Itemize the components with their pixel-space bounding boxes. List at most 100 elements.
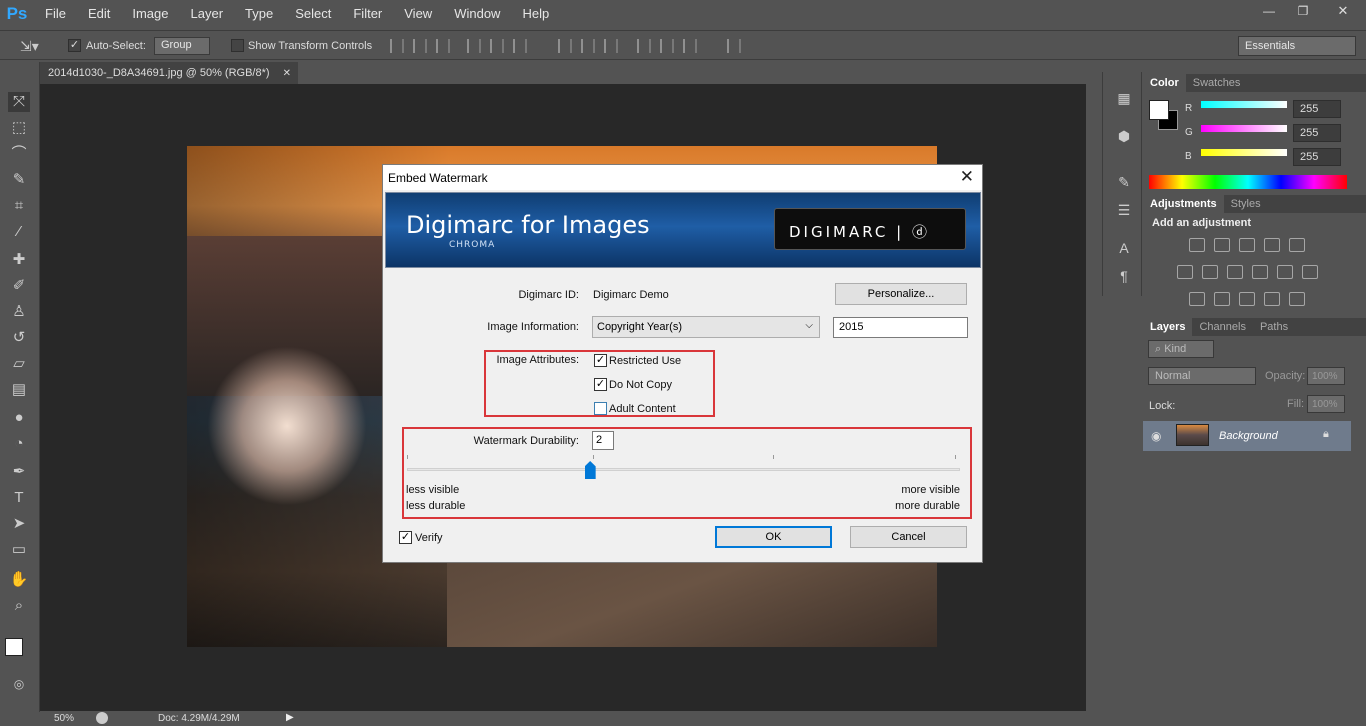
tab-layers[interactable]: Layers: [1143, 318, 1193, 336]
selective-color-icon[interactable]: [1264, 292, 1280, 306]
tab-adjustments[interactable]: Adjustments: [1143, 195, 1224, 213]
gradient-tool-icon[interactable]: ▤: [8, 380, 30, 400]
distribute-right-icon[interactable]: [683, 39, 697, 53]
invert-icon[interactable]: [1189, 292, 1205, 306]
visibility-eye-icon[interactable]: ◉: [1151, 429, 1161, 443]
auto-align-icon[interactable]: [727, 39, 741, 53]
r-slider[interactable]: [1201, 101, 1287, 108]
marquee-tool-icon[interactable]: ⬚: [8, 118, 30, 138]
adult-content-checkbox[interactable]: [594, 402, 607, 415]
align-hcenter-icon[interactable]: [490, 39, 504, 53]
b-slider[interactable]: [1201, 149, 1287, 156]
path-select-tool-icon[interactable]: ➤: [8, 514, 30, 534]
zoom-level[interactable]: 50%: [54, 713, 74, 724]
healing-brush-tool-icon[interactable]: ✚: [8, 250, 30, 270]
personalize-button[interactable]: Personalize...: [835, 283, 967, 305]
type-tool-icon[interactable]: T: [8, 488, 30, 508]
lasso-tool-icon[interactable]: ⌒: [8, 144, 30, 164]
menu-file[interactable]: File: [34, 0, 77, 28]
fill-value[interactable]: 100%: [1307, 395, 1345, 413]
image-information-input[interactable]: 2015: [833, 317, 968, 338]
tool-presets-icon[interactable]: ☰: [1115, 202, 1133, 218]
restore-button[interactable]: ❐: [1286, 0, 1320, 22]
character-panel-icon[interactable]: A: [1115, 240, 1133, 256]
levels-icon[interactable]: [1214, 238, 1230, 252]
threshold-icon[interactable]: [1239, 292, 1255, 306]
align-top-icon[interactable]: [390, 39, 404, 53]
do-not-copy-checkbox[interactable]: ✓: [594, 378, 607, 391]
tab-color[interactable]: Color: [1143, 74, 1186, 92]
exposure-icon[interactable]: [1264, 238, 1280, 252]
history-brush-tool-icon[interactable]: ↺: [8, 328, 30, 348]
brush-tool-icon[interactable]: ✐: [8, 276, 30, 296]
quick-select-tool-icon[interactable]: ✎: [8, 170, 30, 190]
color-balance-icon[interactable]: [1202, 265, 1218, 279]
eyedropper-tool-icon[interactable]: ⁄: [8, 222, 30, 242]
verify-checkbox[interactable]: ✓: [399, 531, 412, 544]
shape-tool-icon[interactable]: ▭: [8, 540, 30, 560]
durability-slider-track[interactable]: [407, 468, 960, 471]
g-slider[interactable]: [1201, 125, 1287, 132]
close-window-button[interactable]: ✕: [1320, 0, 1366, 22]
blend-mode-select[interactable]: Normal: [1148, 367, 1256, 385]
move-tool-icon[interactable]: ⇲▾: [20, 38, 39, 55]
distribute-left-icon[interactable]: [637, 39, 651, 53]
align-right-icon[interactable]: [513, 39, 527, 53]
layer-row-background[interactable]: ◉ Background 🔒︎: [1143, 421, 1351, 451]
menu-select[interactable]: Select: [284, 0, 342, 28]
auto-select-dropdown[interactable]: Group: [154, 37, 210, 55]
paragraph-panel-icon[interactable]: ¶: [1115, 268, 1133, 284]
history-panel-icon[interactable]: ▦: [1115, 90, 1133, 106]
menu-filter[interactable]: Filter: [342, 0, 393, 28]
layer-name[interactable]: Background: [1219, 430, 1278, 442]
hand-tool-icon[interactable]: ✋: [8, 570, 30, 590]
g-value[interactable]: 255: [1293, 124, 1341, 142]
distribute-hcenter-icon[interactable]: [660, 39, 674, 53]
layer-filter-kind[interactable]: ⌕ Kind: [1148, 340, 1214, 358]
hue-saturation-icon[interactable]: [1177, 265, 1193, 279]
menu-layer[interactable]: Layer: [180, 0, 235, 28]
foreground-swatch[interactable]: [1149, 100, 1169, 120]
dialog-close-icon[interactable]: ✕: [960, 167, 974, 187]
posterize-icon[interactable]: [1214, 292, 1230, 306]
brightness-icon[interactable]: [1189, 238, 1205, 252]
ok-button[interactable]: OK: [715, 526, 832, 548]
move-tool-icon[interactable]: ⤧: [8, 92, 30, 112]
dodge-tool-icon[interactable]: ◔: [8, 434, 30, 454]
tab-styles[interactable]: Styles: [1224, 195, 1268, 213]
menu-window[interactable]: Window: [443, 0, 511, 28]
align-vcenter-icon[interactable]: [413, 39, 427, 53]
tab-channels[interactable]: Channels: [1192, 318, 1252, 336]
distribute-bottom-icon[interactable]: [604, 39, 618, 53]
clone-stamp-tool-icon[interactable]: ♙: [8, 302, 30, 322]
channel-mixer-icon[interactable]: [1277, 265, 1293, 279]
color-lookup-icon[interactable]: [1302, 265, 1318, 279]
document-tab[interactable]: 2014d1030-_D8A34691.jpg @ 50% (RGB/8*) ✕: [40, 62, 298, 84]
distribute-vcenter-icon[interactable]: [581, 39, 595, 53]
show-transform-checkbox[interactable]: [231, 39, 244, 52]
eraser-tool-icon[interactable]: ▱: [8, 354, 30, 374]
distribute-top-icon[interactable]: [558, 39, 572, 53]
menu-help[interactable]: Help: [511, 0, 560, 28]
menu-view[interactable]: View: [393, 0, 443, 28]
durability-value-input[interactable]: 2: [592, 431, 614, 450]
r-value[interactable]: 255: [1293, 100, 1341, 118]
blur-tool-icon[interactable]: ●: [8, 408, 30, 428]
zoom-tool-icon[interactable]: ⌕: [8, 596, 30, 616]
3d-panel-icon[interactable]: ⬢: [1115, 128, 1133, 144]
vibrance-icon[interactable]: [1289, 238, 1305, 252]
foreground-color-swatch[interactable]: [5, 638, 23, 656]
align-bottom-icon[interactable]: [436, 39, 450, 53]
crop-tool-icon[interactable]: ⌗: [8, 196, 30, 216]
opacity-value[interactable]: 100%: [1307, 367, 1345, 385]
image-information-select[interactable]: Copyright Year(s) ⌵: [592, 316, 820, 338]
b-value[interactable]: 255: [1293, 148, 1341, 166]
menu-image[interactable]: Image: [121, 0, 179, 28]
status-icon[interactable]: [96, 712, 108, 724]
menu-edit[interactable]: Edit: [77, 0, 121, 28]
align-left-icon[interactable]: [467, 39, 481, 53]
black-white-icon[interactable]: [1227, 265, 1243, 279]
curves-icon[interactable]: [1239, 238, 1255, 252]
status-arrow-icon[interactable]: ▶: [286, 712, 294, 723]
minimize-button[interactable]: —: [1252, 0, 1286, 22]
